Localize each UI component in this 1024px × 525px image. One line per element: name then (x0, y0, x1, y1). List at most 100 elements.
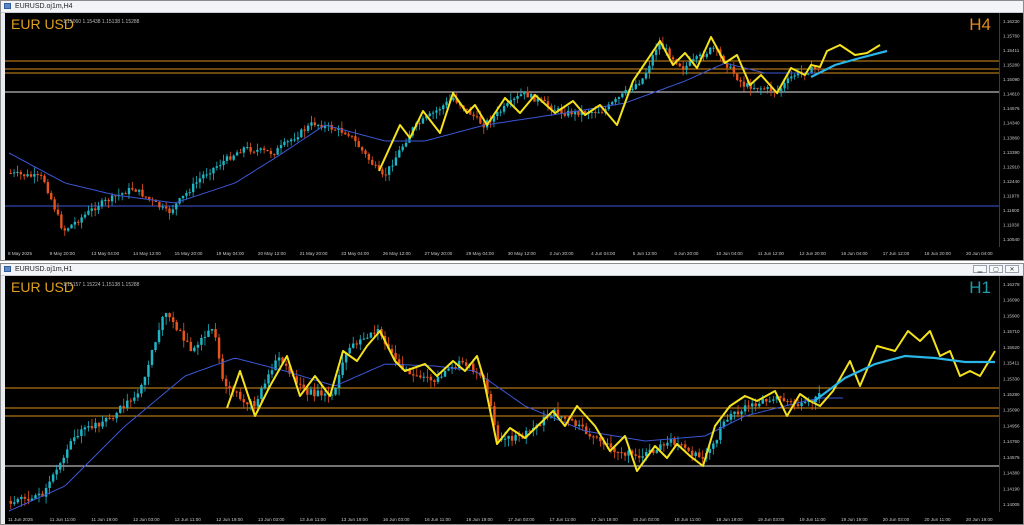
candle[interactable] (300, 128, 303, 139)
candle[interactable] (202, 171, 205, 184)
candle[interactable] (249, 142, 252, 155)
candle[interactable] (369, 332, 373, 339)
candle[interactable] (577, 110, 580, 118)
candle[interactable] (164, 201, 168, 212)
candle[interactable] (306, 123, 310, 134)
candle[interactable] (796, 399, 800, 408)
candle[interactable] (198, 171, 202, 189)
candle[interactable] (62, 454, 65, 471)
candle[interactable] (205, 168, 208, 179)
candle[interactable] (445, 97, 448, 109)
candle[interactable] (133, 391, 136, 404)
window-titlebar[interactable]: EURUSD.oj1m,H1 ▁ ▢ ✕ (1, 264, 1023, 276)
candle[interactable] (207, 324, 210, 338)
candle[interactable] (320, 120, 323, 131)
candle[interactable] (638, 80, 641, 86)
candle[interactable] (743, 399, 747, 415)
candle[interactable] (19, 169, 23, 180)
candle[interactable] (570, 108, 573, 118)
candle[interactable] (66, 444, 69, 464)
candle[interactable] (398, 145, 401, 158)
candle[interactable] (719, 419, 722, 444)
candle[interactable] (235, 150, 239, 156)
candle[interactable] (334, 387, 337, 396)
candle[interactable] (161, 203, 164, 211)
candle[interactable] (595, 435, 599, 440)
candle[interactable] (161, 315, 164, 336)
candle[interactable] (310, 115, 313, 130)
candle[interactable] (617, 96, 621, 104)
candle[interactable] (364, 148, 367, 158)
candle[interactable] (623, 452, 627, 461)
candle[interactable] (80, 425, 83, 444)
candle[interactable] (428, 111, 431, 117)
candle[interactable] (768, 396, 772, 404)
candle[interactable] (597, 108, 600, 114)
candle[interactable] (151, 197, 154, 206)
candle[interactable] (634, 448, 637, 460)
candle[interactable] (401, 143, 404, 153)
zigzag-overlay-line[interactable] (378, 36, 881, 172)
candle[interactable] (171, 311, 175, 329)
candle[interactable] (708, 47, 712, 56)
candle[interactable] (286, 139, 289, 147)
candle[interactable] (94, 418, 97, 433)
candle[interactable] (624, 85, 627, 96)
candle[interactable] (212, 167, 215, 181)
candle[interactable] (750, 399, 754, 414)
candle[interactable] (256, 143, 259, 156)
candle[interactable] (715, 439, 719, 448)
candle[interactable] (69, 438, 73, 450)
candle[interactable] (83, 211, 87, 220)
candle[interactable] (736, 72, 739, 82)
candle[interactable] (58, 461, 62, 474)
candle[interactable] (55, 464, 58, 480)
candle[interactable] (175, 202, 178, 216)
candle[interactable] (426, 368, 429, 383)
candle[interactable] (76, 429, 80, 440)
candle[interactable] (97, 201, 100, 215)
candle[interactable] (293, 132, 296, 143)
candle[interactable] (475, 367, 479, 380)
candle[interactable] (592, 435, 595, 445)
candle[interactable] (732, 62, 736, 77)
candle[interactable] (122, 398, 125, 413)
candle[interactable] (340, 121, 344, 136)
candle[interactable] (371, 156, 374, 166)
candle[interactable] (26, 169, 29, 178)
candle[interactable] (273, 153, 276, 158)
candle[interactable] (584, 422, 588, 435)
candle[interactable] (196, 341, 200, 355)
close-icon[interactable]: ✕ (1005, 265, 1019, 273)
candle[interactable] (191, 177, 195, 197)
candle[interactable] (313, 117, 316, 128)
candle[interactable] (168, 206, 171, 220)
candle[interactable] (270, 363, 274, 378)
candle[interactable] (436, 370, 440, 385)
candle[interactable] (185, 190, 188, 200)
candle[interactable] (637, 448, 641, 463)
candle[interactable] (100, 198, 104, 209)
candle[interactable] (144, 196, 148, 199)
candle[interactable] (695, 54, 698, 64)
candle[interactable] (147, 360, 150, 385)
candle[interactable] (77, 219, 80, 226)
candle[interactable] (759, 86, 763, 95)
candle[interactable] (13, 495, 16, 506)
candle[interactable] (387, 166, 391, 181)
candle[interactable] (621, 92, 624, 99)
candle[interactable] (316, 383, 320, 397)
candle[interactable] (634, 79, 638, 91)
candle[interactable] (769, 81, 773, 97)
candle[interactable] (93, 201, 97, 217)
candle[interactable] (574, 418, 577, 431)
candle[interactable] (433, 378, 436, 387)
candle[interactable] (284, 360, 288, 371)
candle[interactable] (115, 411, 118, 423)
price-axis-h4[interactable]: 1.16230 1.15760 1.15411 1.15280 1.15090 1.148… (999, 13, 1023, 247)
candle[interactable] (181, 195, 185, 203)
candle[interactable] (90, 418, 94, 431)
candle[interactable] (51, 472, 55, 484)
candle[interactable] (186, 332, 189, 343)
candle[interactable] (23, 173, 26, 180)
